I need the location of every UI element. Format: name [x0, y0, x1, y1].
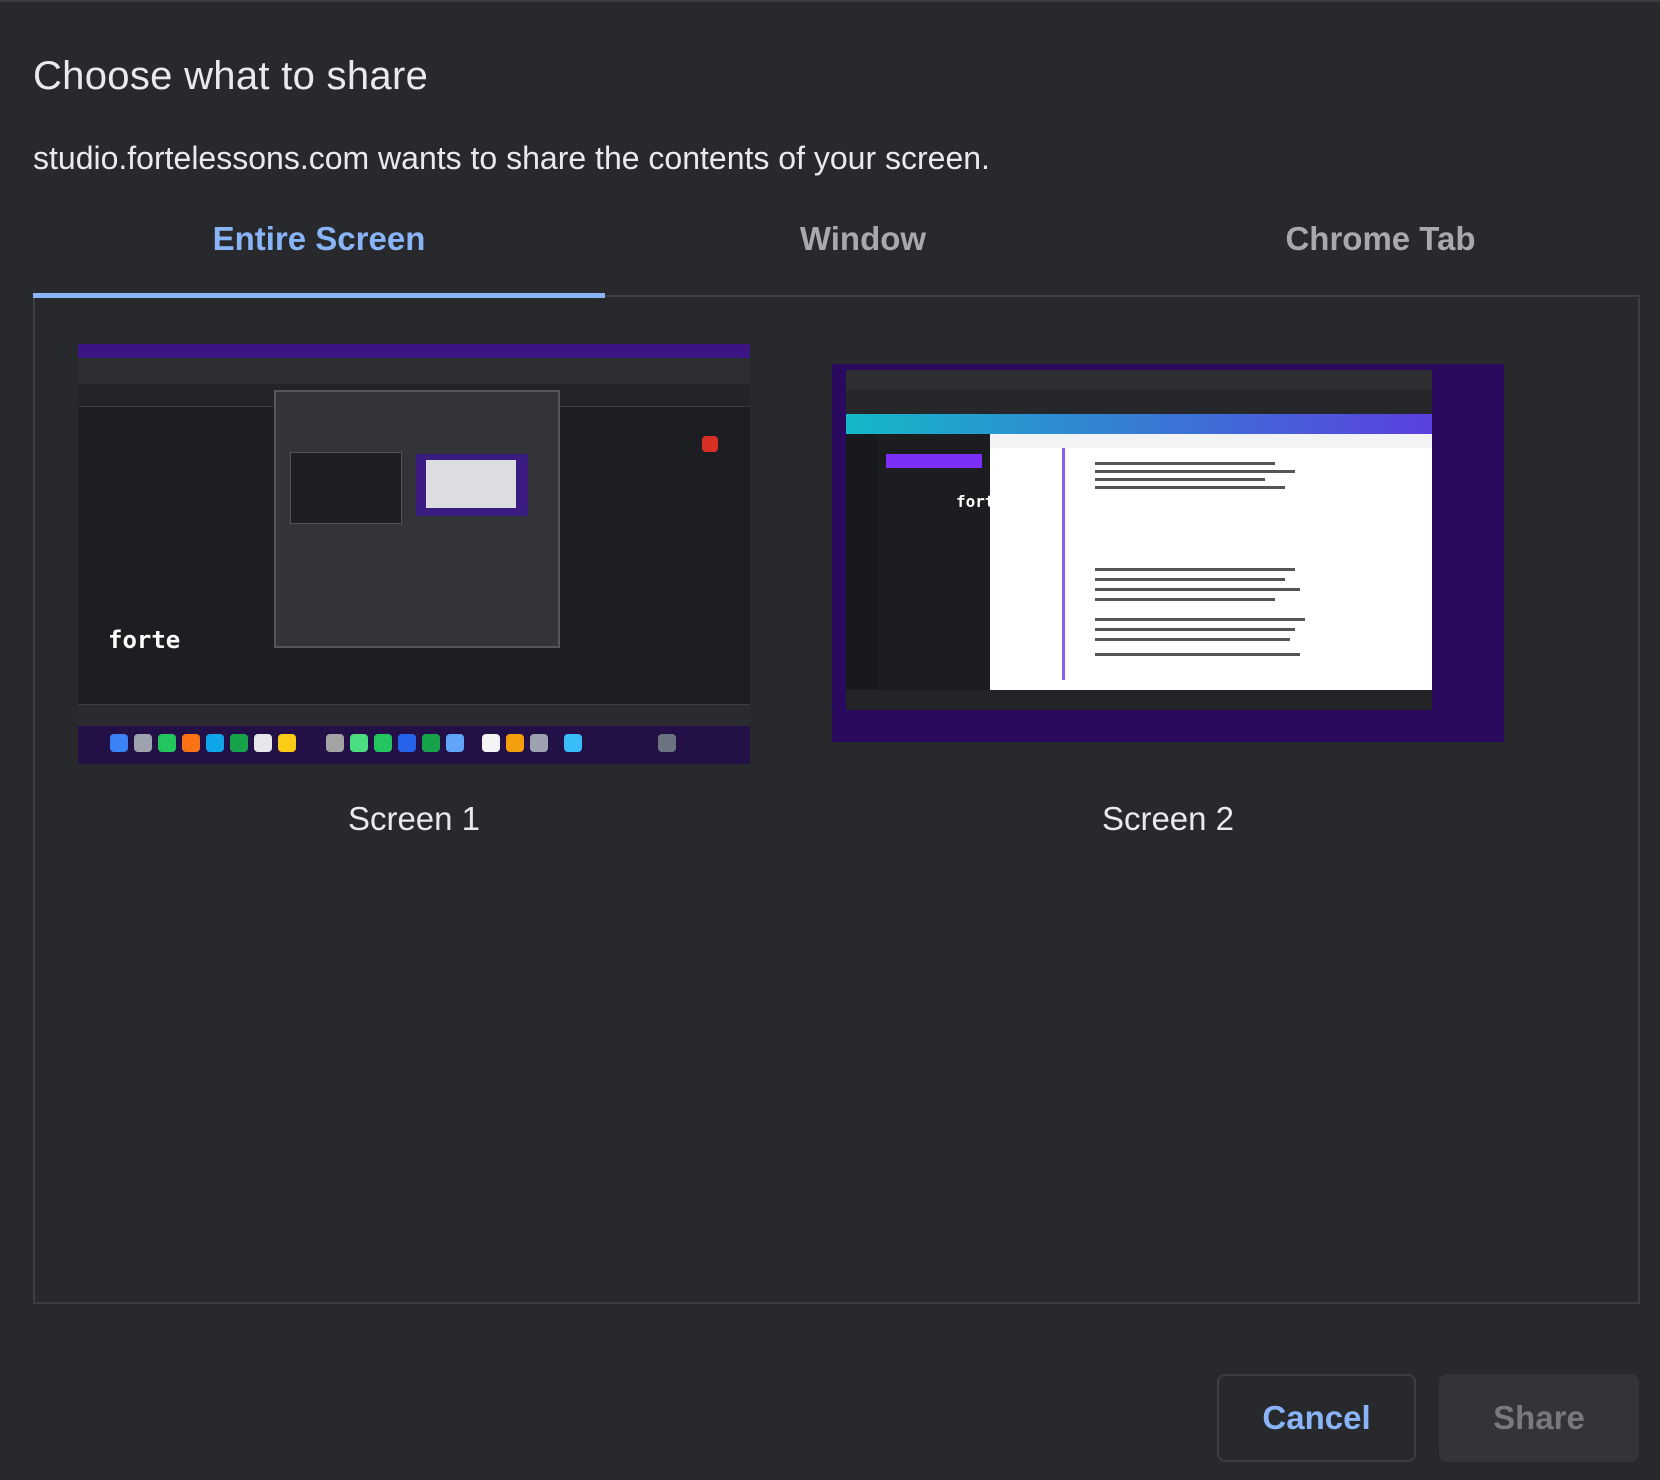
thumb-text-line: [1095, 462, 1275, 465]
thumb-mini-window: [426, 460, 516, 508]
dialog-subtitle: studio.fortelessons.com wants to share t…: [33, 140, 990, 176]
screen-1-thumbnail: forte: [78, 344, 750, 764]
thumb-text-line: [1095, 568, 1295, 571]
dock-messages-icon: [374, 734, 392, 752]
thumb-dock: [78, 726, 750, 764]
tab-entire-screen[interactable]: Entire Screen: [33, 220, 605, 298]
source-screen-1[interactable]: forte Screen 1: [78, 344, 750, 837]
thumb-text-line: [1095, 618, 1305, 621]
dock-app-icon: [350, 734, 368, 752]
dock-app-icon: [446, 734, 464, 752]
dock-app-icon: [254, 734, 272, 752]
dock-trash-icon: [658, 734, 676, 752]
tab-window[interactable]: Window: [605, 220, 1121, 298]
dock-app-icon: [482, 734, 500, 752]
thumb-text-line: [1095, 598, 1275, 601]
dock-app-icon: [326, 734, 344, 752]
dock-app-icon: [206, 734, 224, 752]
dock-notes-icon: [278, 734, 296, 752]
dock-firefox-icon: [182, 734, 200, 752]
thumb-status-bar: [78, 704, 750, 727]
screen-1-label: Screen 1: [347, 800, 481, 837]
dock-illustrator-icon: [506, 734, 524, 752]
thumb-document: [990, 434, 1432, 690]
thumb-doc-page: [1062, 448, 1325, 680]
dock-app-icon: [530, 734, 548, 752]
thumb-tab-strip: [846, 370, 1432, 390]
screen-2-label: Screen 2: [1101, 800, 1235, 837]
share-button[interactable]: Share: [1439, 1374, 1639, 1462]
tab-divider: [605, 295, 1640, 297]
tab-chrome-tab[interactable]: Chrome Tab: [1121, 220, 1640, 298]
sources-panel: forte Screen 1 forte Screen 2: [33, 298, 1640, 1304]
thumb-app-header: [846, 414, 1432, 434]
thumb-mini-screen-a: [290, 452, 402, 524]
thumb-text-line: [1095, 653, 1300, 656]
thumb-browser-window: forte: [846, 370, 1432, 710]
dock-finder-icon: [110, 734, 128, 752]
thumb-text-line: [1095, 628, 1295, 631]
thumb-address-bar: [846, 390, 1432, 414]
dock-folder-icon: [564, 734, 582, 752]
thumb-left-rail: [846, 434, 878, 690]
thumb-forte-logo: forte: [108, 626, 181, 654]
thumb-text-line: [1095, 478, 1265, 481]
cancel-button[interactable]: Cancel: [1217, 1374, 1416, 1462]
thumb-mini-screen-b: [416, 454, 528, 516]
thumb-text-line: [1095, 470, 1295, 473]
source-screen-2[interactable]: forte Screen 2: [832, 344, 1504, 837]
dock-excel-icon: [230, 734, 248, 752]
thumb-side-panel: forte: [878, 434, 1004, 690]
dock-app-icon: [134, 734, 152, 752]
dock-zoom-icon: [398, 734, 416, 752]
thumb-text-line: [1095, 578, 1285, 581]
thumb-share-dialog: [274, 390, 560, 648]
thumb-text-line: [1095, 486, 1285, 489]
thumb-tab-strip: [78, 358, 750, 384]
dock-app-icon: [422, 734, 440, 752]
thumb-red-icon: [702, 436, 718, 452]
share-dialog: Choose what to share studio.fortelessons…: [0, 0, 1660, 1480]
source-tabs: Entire Screen Window Chrome Tab: [33, 220, 1640, 300]
thumb-text-line: [1095, 638, 1290, 641]
thumb-text-line: [1095, 588, 1300, 591]
thumb-doc-toolbar: [990, 434, 1432, 448]
screen-2-thumbnail: forte: [832, 364, 1504, 742]
thumb-menubar: [78, 344, 750, 358]
dock-chrome-icon: [158, 734, 176, 752]
dialog-title: Choose what to share: [33, 54, 429, 98]
thumb-purple-button: [886, 454, 982, 468]
thumb-status-bar: [846, 690, 1432, 710]
